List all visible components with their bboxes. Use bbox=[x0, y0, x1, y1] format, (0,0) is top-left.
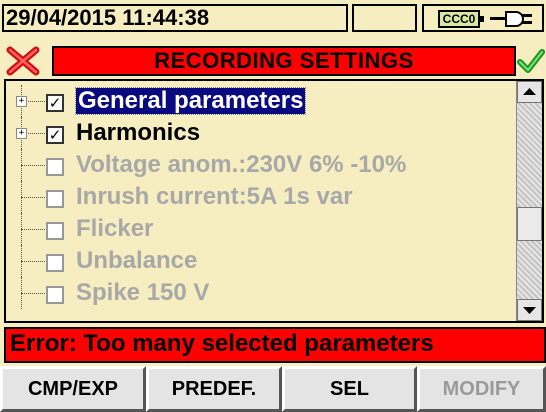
status-bar: 29/04/2015 11:44:38 CCC0 bbox=[0, 0, 546, 36]
softkey-predef[interactable]: PREDEF. bbox=[146, 366, 282, 412]
error-message: Error: Too many selected parameters bbox=[4, 327, 546, 363]
tree-item[interactable]: Flicker bbox=[6, 213, 506, 245]
page-title: RECORDING SETTINGS bbox=[52, 46, 516, 76]
tree-item[interactable]: Spike 150 V bbox=[6, 277, 506, 309]
scroll-up-button[interactable] bbox=[517, 81, 542, 103]
scroll-thumb[interactable] bbox=[517, 207, 542, 241]
softkey-sel[interactable]: SEL bbox=[282, 366, 417, 412]
tree-item[interactable]: + ✓ Harmonics bbox=[6, 117, 506, 149]
tree-item-label: General parameters bbox=[74, 87, 307, 115]
plug-icon bbox=[490, 11, 532, 27]
close-icon[interactable] bbox=[4, 44, 42, 78]
battery-label: CCC0 bbox=[442, 12, 476, 26]
checkbox[interactable] bbox=[46, 222, 64, 240]
softkey-bar: CMP/EXP PREDEF. SEL MODIFY bbox=[0, 366, 546, 412]
scrollbar[interactable] bbox=[516, 81, 542, 321]
tree-item-label: Spike 150 V bbox=[76, 279, 210, 306]
checkbox[interactable] bbox=[46, 190, 64, 208]
tree-item-label: Flicker bbox=[76, 215, 154, 242]
datetime-display: 29/04/2015 11:44:38 bbox=[2, 4, 348, 32]
expand-icon[interactable]: + bbox=[16, 96, 27, 107]
expand-icon[interactable]: + bbox=[16, 128, 27, 139]
softkey-cmp-exp[interactable]: CMP/EXP bbox=[0, 366, 146, 412]
checkbox[interactable] bbox=[46, 158, 64, 176]
checkmark-icon[interactable] bbox=[516, 46, 546, 76]
title-row: RECORDING SETTINGS bbox=[0, 44, 546, 78]
checkbox[interactable]: ✓ bbox=[46, 126, 64, 144]
power-status: CCC0 bbox=[422, 4, 544, 32]
tree-item-label: Harmonics bbox=[76, 119, 201, 146]
parameter-tree: + ✓ General parameters + ✓ Harmonics Voltage a… bbox=[4, 79, 544, 323]
tree-item[interactable]: Unbalance bbox=[6, 245, 506, 277]
softkey-modify[interactable]: MODIFY bbox=[417, 366, 546, 412]
tree-item[interactable]: + ✓ General parameters bbox=[6, 85, 506, 117]
tree-item-label: Inrush current:5A 1s var bbox=[76, 183, 353, 210]
checkbox[interactable] bbox=[46, 254, 64, 272]
checkbox[interactable] bbox=[46, 286, 64, 304]
tree-item[interactable]: Inrush current:5A 1s var bbox=[6, 181, 506, 213]
battery-icon: CCC0 bbox=[438, 10, 484, 28]
scroll-down-button[interactable] bbox=[517, 299, 542, 321]
tree-item-label: Voltage anom.:230V 6% -10% bbox=[76, 151, 407, 178]
status-blank-cell bbox=[352, 4, 417, 32]
tree-item[interactable]: Voltage anom.:230V 6% -10% bbox=[6, 149, 506, 181]
tree-item-label: Unbalance bbox=[76, 247, 198, 274]
checkbox[interactable]: ✓ bbox=[46, 94, 64, 112]
